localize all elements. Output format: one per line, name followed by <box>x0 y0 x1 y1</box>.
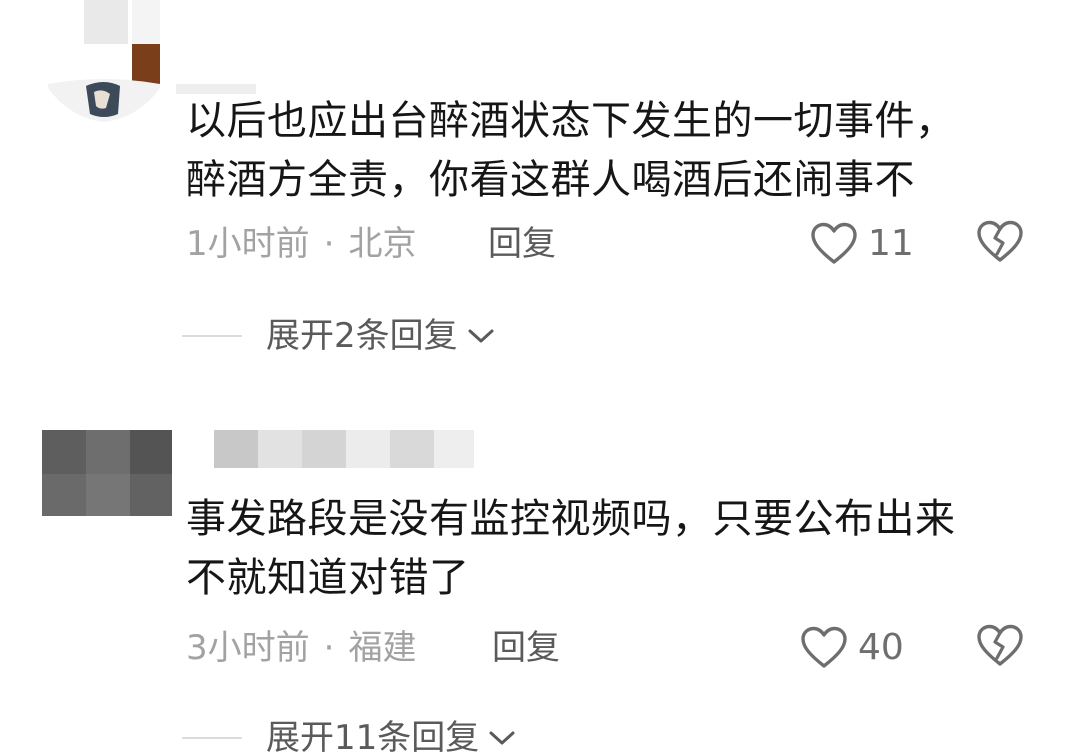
chevron-down-icon <box>489 731 515 745</box>
broken-heart-icon <box>977 220 1023 262</box>
comment-list: 以后也应出台醉酒状态下发生的一切事件， 醉酒方全责，你看这群人喝酒后还闹事不 1… <box>0 0 1080 756</box>
comment-text-line: 不就知道对错了 <box>186 555 470 601</box>
like-button[interactable]: 40 <box>800 623 904 673</box>
like-count: 11 <box>868 223 914 264</box>
comment-text-line: 醉酒方全责，你看这群人喝酒后还闹事不 <box>186 157 915 203</box>
separator: · <box>323 628 335 668</box>
dislike-button[interactable] <box>976 624 1026 674</box>
timestamp: 1小时前 <box>186 224 310 264</box>
avatar[interactable] <box>42 430 172 516</box>
divider <box>182 737 242 739</box>
heart-outline-icon <box>811 222 857 264</box>
comment-text: 以后也应出台醉酒状态下发生的一切事件， 醉酒方全责，你看这群人喝酒后还闹事不 <box>186 92 1046 210</box>
comment-text: 事发路段是没有监控视频吗，只要公布出来 不就知道对错了 <box>186 490 1046 608</box>
like-count: 40 <box>858 627 904 668</box>
comment-text-line: 以后也应出台醉酒状态下发生的一切事件， <box>186 98 956 144</box>
divider <box>182 335 242 337</box>
comment-text-line: 事发路段是没有监控视频吗，只要公布出来 <box>186 496 956 542</box>
comment-item: 事发路段是没有监控视频吗，只要公布出来 不就知道对错了 3小时前 · 福建 回复 4… <box>0 420 1080 756</box>
avatar[interactable] <box>48 0 160 128</box>
separator: · <box>323 224 335 264</box>
comment-meta: 1小时前 · 北京 <box>186 222 416 266</box>
chevron-down-icon <box>468 329 494 343</box>
expand-replies-label: 展开2条回复 <box>266 316 458 356</box>
reply-button[interactable]: 回复 <box>492 626 560 670</box>
comment-item: 以后也应出台醉酒状态下发生的一切事件， 醉酒方全责，你看这群人喝酒后还闹事不 1… <box>0 0 1080 380</box>
avatar-image <box>48 79 160 122</box>
timestamp: 3小时前 <box>186 628 310 668</box>
username[interactable] <box>214 430 474 468</box>
heart-outline-icon <box>801 626 847 668</box>
location: 北京 <box>348 224 417 264</box>
dislike-button[interactable] <box>976 220 1026 270</box>
broken-heart-icon <box>977 624 1023 666</box>
expand-replies-label: 展开11条回复 <box>266 718 480 756</box>
like-button[interactable]: 11 <box>810 219 914 269</box>
expand-replies[interactable]: 展开2条回复 <box>182 314 496 358</box>
expand-replies[interactable]: 展开11条回复 <box>182 716 517 756</box>
location: 福建 <box>348 628 417 668</box>
reply-button[interactable]: 回复 <box>488 222 556 266</box>
comment-meta: 3小时前 · 福建 <box>186 626 416 670</box>
